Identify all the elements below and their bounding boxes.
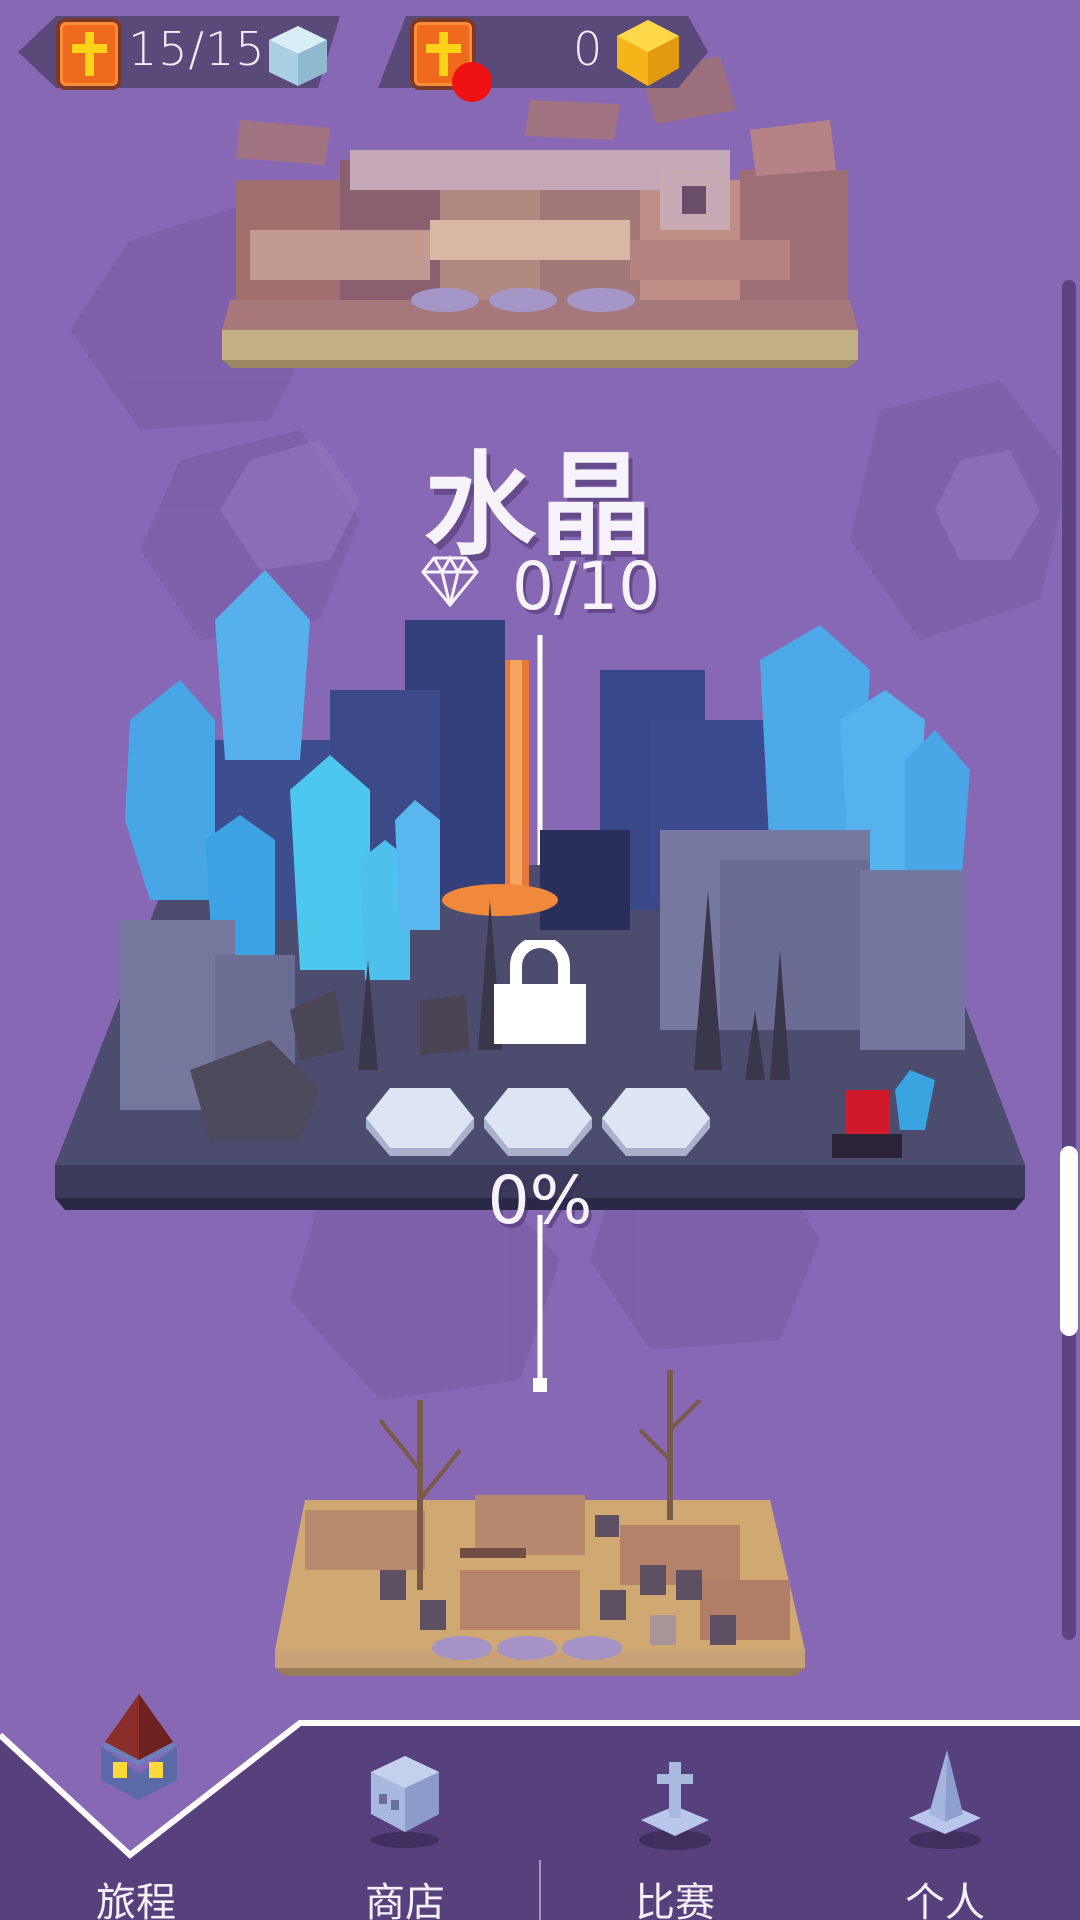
previous-level-board[interactable]: [222, 56, 858, 368]
gravestone-icon: [639, 1762, 711, 1850]
game-screen: 15/15 0 水晶 0/10 0% 旅程 商店 比赛 个人: [0, 0, 1080, 1920]
gem-progress: 0/10: [420, 548, 680, 625]
nav-profile[interactable]: 个人: [845, 1700, 1045, 1920]
notification-dot: [452, 62, 492, 102]
lock-icon: [494, 940, 586, 1044]
nav-journey[interactable]: 旅程: [36, 1694, 236, 1920]
gem-counter: 0/10: [512, 548, 661, 625]
level-progress-percent: 0%: [487, 1162, 593, 1239]
nav-competition-label: 比赛: [635, 1880, 715, 1920]
gold-gem-icon: [617, 20, 679, 86]
ice-cube-icon: [269, 26, 327, 86]
diamond-icon: [421, 554, 479, 608]
bottom-nav: 旅程 商店 比赛 个人: [0, 1694, 1080, 1920]
next-level-board[interactable]: [275, 1370, 805, 1676]
lives-counter: 15/15: [128, 22, 266, 76]
nav-shop[interactable]: 商店: [305, 1700, 505, 1920]
cross-badge-icon[interactable]: [56, 18, 122, 90]
top-hud: 15/15 0: [18, 10, 708, 102]
nav-shop-label: 商店: [365, 1880, 445, 1920]
nav-competition[interactable]: 比赛: [575, 1700, 775, 1920]
witch-hat-icon: [909, 1750, 981, 1849]
scrollbar-track[interactable]: [1062, 280, 1076, 1640]
skull-icon: [371, 1756, 439, 1848]
nav-journey-label: 旅程: [96, 1880, 176, 1920]
nav-profile-label: 个人: [905, 1880, 985, 1920]
coin-counter: 0: [573, 22, 604, 76]
scrollbar-thumb[interactable]: [1060, 1146, 1078, 1336]
house-icon: [101, 1694, 177, 1800]
